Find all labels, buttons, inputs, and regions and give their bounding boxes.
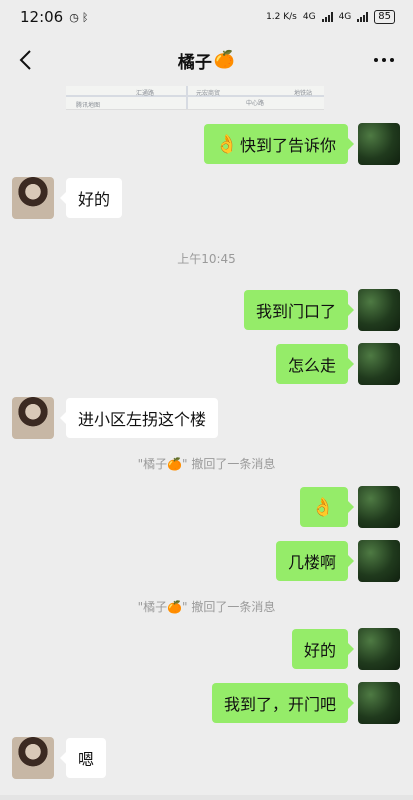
map-label: 地铁站 [294,90,313,97]
recall-notice: "橘子🍊" 撤回了一条消息 [137,600,276,614]
message-bubble-received[interactable]: 好的 [59,178,123,218]
more-options-button[interactable] [371,48,397,72]
message-bubble-sent[interactable]: 👌 快到了告诉你 [203,124,355,164]
timestamp: 上午10:45 [177,252,236,266]
ok-hand-icon: 👌 [215,133,238,155]
signal-icon-2 [357,12,369,22]
message-bubble-sent[interactable]: 怎么走 [275,344,355,384]
message-text: 进小区左拐这个楼 [78,410,207,429]
status-notification-icons: ◷ ᛒ [69,11,88,24]
map-label: 中心路 [246,100,265,107]
message-text: 好的 [78,190,111,209]
bluetooth-icon: ᛒ [81,10,89,24]
status-time: 12:06 [20,8,64,26]
message-bubble-received[interactable]: 进小区左拐这个楼 [59,398,219,438]
chevron-left-icon [19,50,31,70]
message-text: 好的 [303,641,336,660]
recall-notice: "橘子🍊" 撤回了一条消息 [137,457,276,471]
contact-avatar[interactable] [12,177,54,219]
battery-icon: 85 [374,10,395,24]
my-avatar[interactable] [358,289,400,331]
status-right: 1.2 K/s 4G 4G 85 [266,10,395,24]
signal-icon [321,12,333,22]
back-button[interactable] [14,46,36,74]
message-text: 我到门口了 [255,302,336,321]
message-text: 嗯 [78,750,95,769]
my-avatar[interactable] [358,486,400,528]
chat-title: 橘子 🍊 [178,48,235,73]
message-text: 我到了，开门吧 [223,695,336,714]
ok-hand-icon: 👌 [311,496,334,518]
message-text: 快到了告诉你 [239,136,336,155]
my-avatar[interactable] [358,682,400,724]
dot-icon [390,58,394,62]
message-bubble-sent[interactable]: 我到门口了 [243,290,355,330]
my-avatar[interactable] [358,540,400,582]
dot-icon [374,58,378,62]
my-avatar[interactable] [358,123,400,165]
alarm-icon: ◷ [69,10,79,24]
chat-title-text: 橘子 [177,52,212,73]
message-text: 几楼啊 [287,553,336,572]
status-bar: 12:06 ◷ ᛒ 1.2 K/s 4G 4G 85 [0,0,413,34]
input-bar-edge [0,795,413,800]
location-map-preview[interactable]: 腾讯地图 汇通路 元宏商贸 中心路 地铁站 [66,86,324,110]
message-bubble-sent[interactable]: 好的 [291,629,355,669]
map-road [66,95,324,97]
dot-icon [382,58,386,62]
status-left: 12:06 ◷ ᛒ [20,8,88,26]
message-text: 怎么走 [287,356,336,375]
map-label: 元宏商贸 [196,90,221,97]
map-label: 腾讯地图 [76,102,101,109]
message-bubble-sent[interactable]: 我到了，开门吧 [211,683,355,723]
my-avatar[interactable] [358,628,400,670]
message-bubble-received[interactable]: 嗯 [59,738,107,778]
contact-avatar[interactable] [12,397,54,439]
my-avatar[interactable] [358,343,400,385]
orange-emoji-icon: 🍊 [213,50,236,70]
message-bubble-sent[interactable]: 👌 [299,487,355,527]
network-type-2: 4G [338,12,352,22]
chat-header: 橘子 🍊 [0,34,413,86]
net-speed: 1.2 K/s [266,12,297,22]
contact-avatar[interactable] [12,737,54,779]
map-label: 汇通路 [136,90,155,97]
map-road [186,86,188,109]
message-bubble-sent[interactable]: 几楼啊 [275,541,355,581]
network-type-1: 4G [302,12,316,22]
